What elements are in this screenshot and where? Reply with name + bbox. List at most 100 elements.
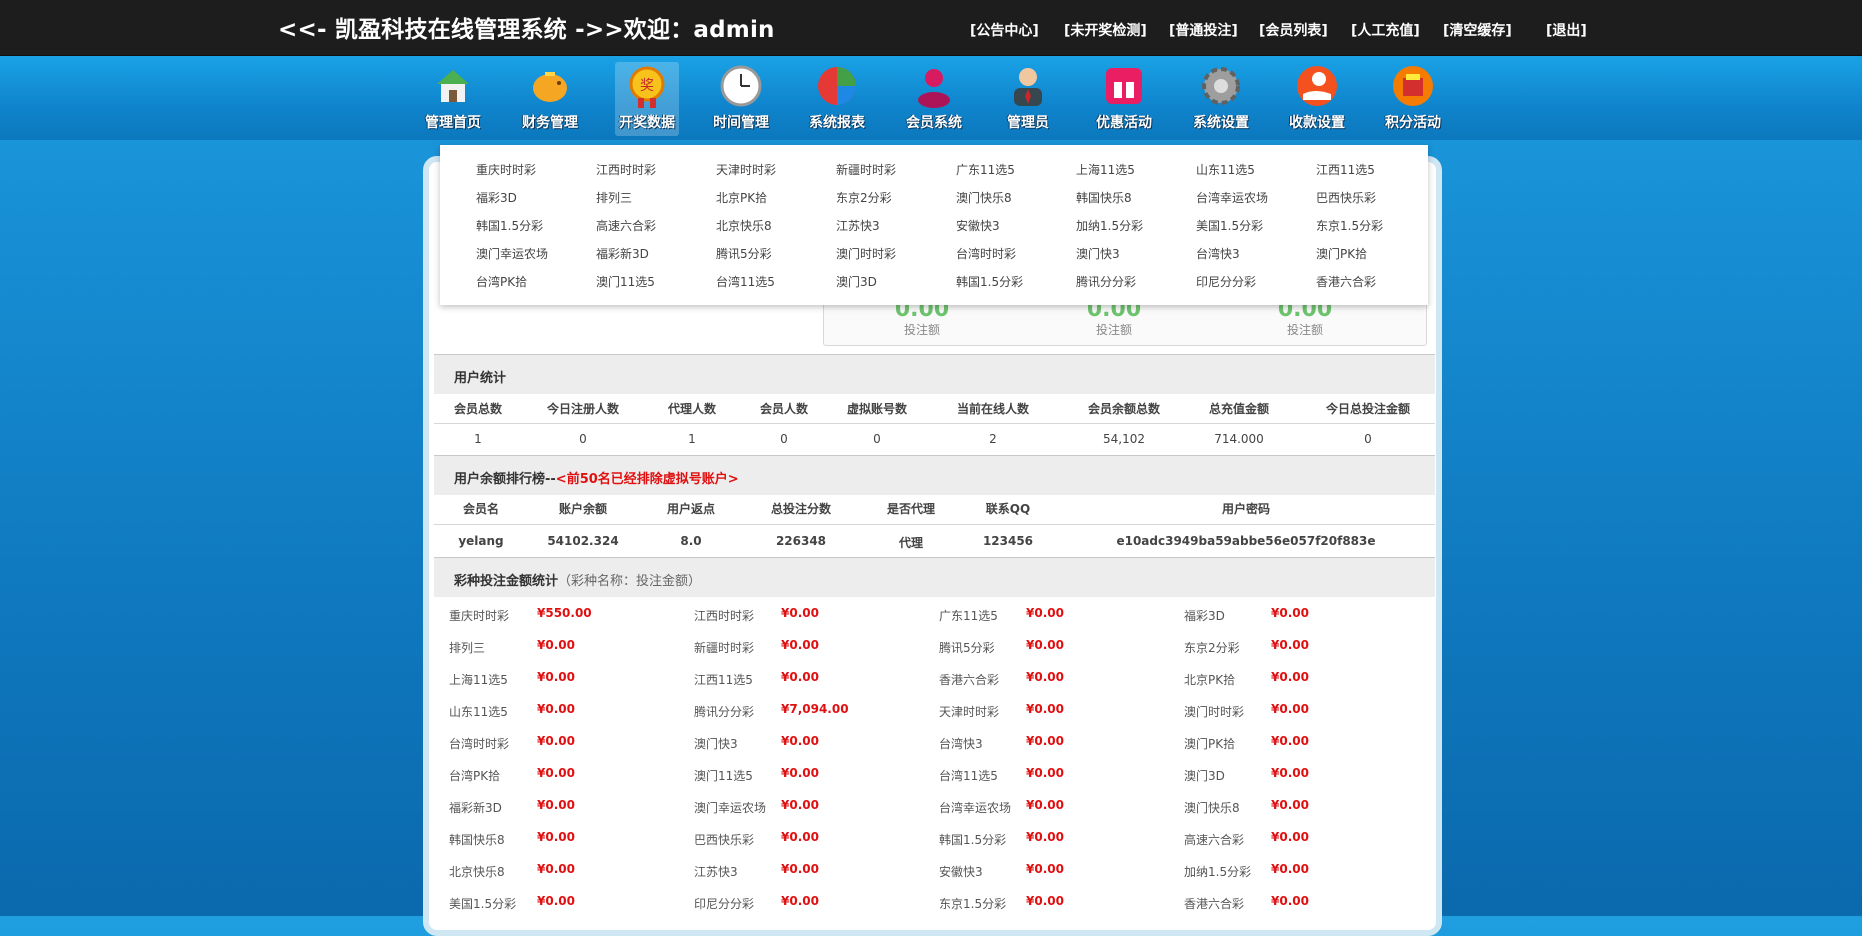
clock-icon [719, 64, 763, 108]
nav-promotions-label: 优惠活动 [1096, 115, 1152, 131]
dropdown-item[interactable]: 澳门幸运农场 [476, 245, 548, 262]
lottery-bet-amount: ¥0.00 [1026, 702, 1064, 716]
dropdown-item[interactable]: 韩国1.5分彩 [476, 217, 543, 234]
dropdown-item[interactable]: 香港六合彩 [1316, 273, 1376, 290]
user-stats-title: 用户统计 [454, 371, 507, 386]
lottery-bet-name: 台湾11选5 [939, 769, 998, 783]
dropdown-item[interactable]: 印尼分分彩 [1196, 273, 1256, 290]
dropdown-item[interactable]: 安徽快3 [956, 217, 1000, 234]
dropdown-item[interactable]: 排列三 [596, 189, 632, 206]
lottery-bet-name: 重庆时时彩 [449, 609, 510, 623]
lottery-bet-amount: ¥0.00 [1271, 894, 1309, 908]
lottery-bet-amount: ¥0.00 [1026, 894, 1064, 908]
lottery-bet-amount: ¥0.00 [1026, 766, 1064, 780]
nav-payment-settings[interactable]: 收款设置 [1285, 62, 1349, 136]
dropdown-item[interactable]: 美国1.5分彩 [1196, 217, 1263, 234]
user-stats-value: 54,102 [1103, 432, 1145, 446]
nav-system-reports[interactable]: 系统报表 [805, 62, 869, 136]
dropdown-item[interactable]: 北京快乐8 [716, 217, 772, 234]
lottery-bet-amount: ¥0.00 [537, 894, 575, 908]
dropdown-item[interactable]: 东京2分彩 [836, 189, 892, 206]
balance-rank-title: 用户余额排行榜-- [454, 472, 556, 487]
dropdown-item[interactable]: 新疆时时彩 [836, 161, 896, 178]
user-stats-column-header: 今日注册人数 [546, 402, 619, 416]
user-stats-header: 用户统计 [434, 354, 1435, 394]
dropdown-item[interactable]: 台湾时时彩 [956, 245, 1016, 262]
lottery-bet-name: 澳门快3 [694, 737, 738, 751]
divider [434, 423, 1435, 424]
lottery-bet-amount: ¥0.00 [1271, 670, 1309, 684]
lottery-bet-name: 江苏快3 [694, 865, 738, 879]
dropdown-item[interactable]: 韩国1.5分彩 [956, 273, 1023, 290]
lottery-bets-subtitle: （彩种名称：投注金额） [558, 574, 702, 589]
nav-payment-settings-label: 收款设置 [1289, 115, 1345, 131]
dropdown-item[interactable]: 韩国快乐8 [1076, 189, 1132, 206]
nav-member-system[interactable]: 会员系统 [902, 62, 966, 136]
dropdown-item[interactable]: 江西时时彩 [596, 161, 656, 178]
lottery-bet-name: 腾讯5分彩 [939, 641, 995, 655]
lottery-bet-amount: ¥0.00 [781, 638, 819, 652]
lottery-bet-amount: ¥7,094.00 [781, 702, 849, 716]
dropdown-item[interactable]: 台湾PK拾 [476, 273, 527, 290]
lottery-bet-amount: ¥0.00 [537, 638, 575, 652]
dropdown-item[interactable]: 天津时时彩 [716, 161, 776, 178]
lottery-bet-amount: ¥0.00 [1026, 830, 1064, 844]
dropdown-item[interactable]: 上海11选5 [1076, 161, 1135, 178]
link-clear-cache[interactable]: [清空缓存] [1443, 20, 1512, 40]
dropdown-item[interactable]: 澳门时时彩 [836, 245, 896, 262]
link-member-list[interactable]: [会员列表] [1259, 20, 1328, 40]
link-manual-recharge[interactable]: [人工充值] [1351, 20, 1420, 40]
points-gift-icon [1391, 64, 1435, 108]
dropdown-item[interactable]: 澳门3D [836, 273, 877, 290]
user-stats-value: 2 [989, 432, 997, 446]
link-announcement-center[interactable]: [公告中心] [970, 20, 1039, 40]
balance-rank-cell: 8.0 [680, 534, 702, 548]
dropdown-item[interactable]: 高速六合彩 [596, 217, 656, 234]
nav-admin[interactable]: 管理员 [996, 62, 1060, 136]
lottery-bet-amount: ¥0.00 [781, 894, 819, 908]
dropdown-item[interactable]: 台湾快3 [1196, 245, 1240, 262]
dropdown-item[interactable]: 澳门快3 [1076, 245, 1120, 262]
nav-system-settings-label: 系统设置 [1193, 115, 1249, 131]
link-normal-bet[interactable]: [普通投注] [1169, 20, 1238, 40]
bet-summary-label: 投注额 [903, 323, 940, 337]
dropdown-item[interactable]: 东京1.5分彩 [1316, 217, 1383, 234]
lottery-bet-name: 韩国1.5分彩 [939, 833, 1007, 847]
link-undrawn-check[interactable]: [未开奖检测] [1064, 20, 1147, 40]
dropdown-item[interactable]: 重庆时时彩 [476, 161, 536, 178]
lottery-bet-name: 排列三 [449, 641, 486, 655]
dropdown-item[interactable]: 腾讯分分彩 [1076, 273, 1136, 290]
lottery-bet-amount: ¥0.00 [781, 798, 819, 812]
nav-points-activity[interactable]: 积分活动 [1381, 62, 1445, 136]
dropdown-item[interactable]: 江苏快3 [836, 217, 880, 234]
dropdown-item[interactable]: 澳门PK拾 [1316, 245, 1367, 262]
dropdown-item[interactable]: 江西11选5 [1316, 161, 1375, 178]
lottery-bet-name: 美国1.5分彩 [449, 897, 517, 911]
dropdown-item[interactable]: 澳门快乐8 [956, 189, 1012, 206]
dropdown-item[interactable]: 福彩3D [476, 189, 517, 206]
lottery-bet-amount: ¥550.00 [537, 606, 592, 620]
divider [434, 524, 1435, 525]
nav-finance[interactable]: 财务管理 [518, 62, 582, 136]
dropdown-item[interactable]: 加纳1.5分彩 [1076, 217, 1143, 234]
nav-home[interactable]: 管理首页 [421, 62, 485, 136]
dropdown-item[interactable]: 北京PK拾 [716, 189, 767, 206]
nav-system-settings[interactable]: 系统设置 [1189, 62, 1253, 136]
dropdown-item[interactable]: 澳门11选5 [596, 273, 655, 290]
dropdown-item[interactable]: 福彩新3D [596, 245, 649, 262]
balance-rank-column-header: 账户余额 [558, 502, 607, 516]
dropdown-item[interactable]: 腾讯5分彩 [716, 245, 772, 262]
nav-time-management[interactable]: 时间管理 [709, 62, 773, 136]
gift-icon [1102, 64, 1146, 108]
nav-promotions[interactable]: 优惠活动 [1092, 62, 1156, 136]
nav-lottery-data[interactable]: 奖 开奖数据 [615, 62, 679, 136]
dropdown-item[interactable]: 山东11选5 [1196, 161, 1255, 178]
dropdown-item[interactable]: 巴西快乐彩 [1316, 189, 1376, 206]
lottery-bet-amount: ¥0.00 [781, 830, 819, 844]
link-logout[interactable]: [退出] [1546, 20, 1587, 40]
dropdown-item[interactable]: 台湾11选5 [716, 273, 775, 290]
dropdown-item[interactable]: 台湾幸运农场 [1196, 189, 1268, 206]
dropdown-item[interactable]: 广东11选5 [956, 161, 1015, 178]
lottery-bet-name: 印尼分分彩 [694, 897, 755, 911]
lottery-bet-name: 北京PK拾 [1184, 673, 1236, 687]
